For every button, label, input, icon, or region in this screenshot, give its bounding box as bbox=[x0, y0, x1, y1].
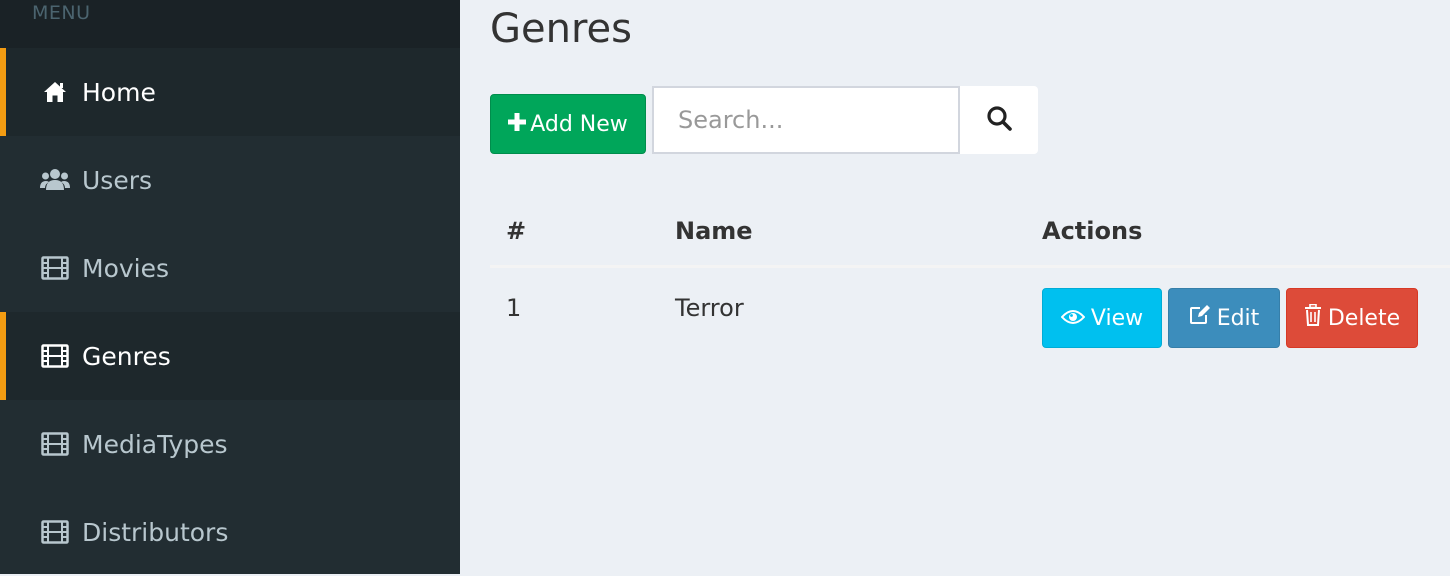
sidebar-item-label: MediaTypes bbox=[82, 430, 228, 459]
film-icon bbox=[40, 341, 70, 371]
sidebar-item-label: Home bbox=[82, 78, 156, 107]
search-button[interactable] bbox=[960, 86, 1038, 154]
delete-label: Delete bbox=[1328, 306, 1400, 331]
sidebar-item-genres[interactable]: Genres bbox=[0, 312, 460, 400]
add-new-button[interactable]: Add New bbox=[490, 94, 646, 154]
row-name: Terror bbox=[675, 294, 1042, 322]
menu-header: MENU bbox=[0, 0, 460, 48]
genres-table: # Name Actions 1 Terror View Edit bbox=[490, 196, 1450, 348]
add-new-label: Add New bbox=[530, 112, 628, 137]
film-icon bbox=[40, 253, 70, 283]
sidebar-item-distributors[interactable]: Distributors bbox=[0, 488, 460, 576]
row-actions: View Edit Delete bbox=[1042, 288, 1418, 348]
plus-icon bbox=[508, 112, 526, 137]
search-icon bbox=[986, 105, 1012, 135]
edit-icon bbox=[1189, 305, 1211, 331]
trash-icon bbox=[1304, 304, 1322, 332]
film-icon bbox=[40, 517, 70, 547]
sidebar-item-label: Genres bbox=[82, 342, 171, 371]
delete-button[interactable]: Delete bbox=[1286, 288, 1418, 348]
sidebar-item-label: Movies bbox=[82, 254, 169, 283]
sidebar-item-movies[interactable]: Movies bbox=[0, 224, 460, 312]
toolbar: Add New bbox=[490, 86, 1038, 154]
view-label: View bbox=[1091, 306, 1143, 331]
column-header-actions: Actions bbox=[1042, 217, 1142, 245]
column-header-number: # bbox=[490, 217, 675, 245]
search-input[interactable] bbox=[652, 86, 960, 154]
page-title: Genres bbox=[490, 6, 632, 52]
home-icon bbox=[40, 77, 70, 107]
sidebar-item-home[interactable]: Home bbox=[0, 48, 460, 136]
column-header-name: Name bbox=[675, 217, 1042, 245]
sidebar-item-label: Distributors bbox=[82, 518, 228, 547]
film-icon bbox=[40, 429, 70, 459]
eye-icon bbox=[1061, 306, 1085, 331]
edit-button[interactable]: Edit bbox=[1168, 288, 1280, 348]
table-header: # Name Actions bbox=[490, 196, 1450, 268]
sidebar-item-users[interactable]: Users bbox=[0, 136, 460, 224]
view-button[interactable]: View bbox=[1042, 288, 1162, 348]
sidebar-item-mediatypes[interactable]: MediaTypes bbox=[0, 400, 460, 488]
sidebar-item-label: Users bbox=[82, 166, 152, 195]
sidebar: MENU Home Users Movies Genres MediaTypes bbox=[0, 0, 460, 574]
row-number: 1 bbox=[490, 294, 675, 322]
main-content: Genres Add New # Name Actions 1 Terror bbox=[460, 0, 1450, 574]
edit-label: Edit bbox=[1217, 306, 1260, 331]
users-icon bbox=[40, 165, 70, 195]
table-row: 1 Terror View Edit bbox=[490, 268, 1450, 348]
